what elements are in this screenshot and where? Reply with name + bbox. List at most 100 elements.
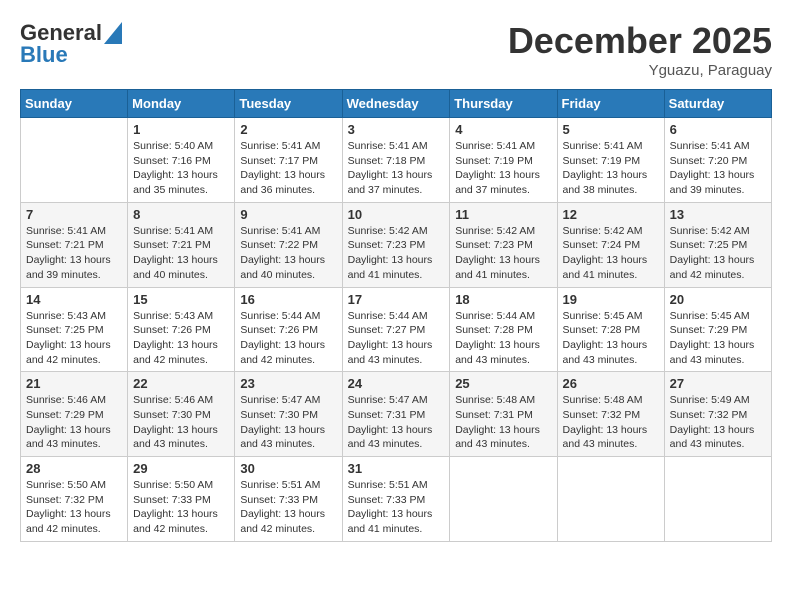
day-cell: 15 Sunrise: 5:43 AMSunset: 7:26 PMDayligh… (128, 287, 235, 372)
week-row-4: 21 Sunrise: 5:46 AMSunset: 7:29 PMDayligh… (21, 372, 772, 457)
day-cell: 12Sunrise: 5:42 AMSunset: 7:24 PMDayligh… (557, 202, 664, 287)
day-info: Sunrise: 5:45 AMSunset: 7:28 PMDaylight:… (563, 309, 659, 368)
day-number: 24 (348, 376, 445, 391)
day-cell: 24 Sunrise: 5:47 AMSunset: 7:31 PMDayligh… (342, 372, 450, 457)
day-cell: 19Sunrise: 5:45 AMSunset: 7:28 PMDayligh… (557, 287, 664, 372)
day-number: 13 (670, 207, 766, 222)
day-info: Sunrise: 5:42 AMSunset: 7:23 PMDaylight:… (455, 224, 551, 283)
day-cell: 25Sunrise: 5:48 AMSunset: 7:31 PMDayligh… (450, 372, 557, 457)
day-cell: 27 Sunrise: 5:49 AMSunset: 7:32 PMDayligh… (664, 372, 771, 457)
day-info: Sunrise: 5:45 AMSunset: 7:29 PMDaylight:… (670, 309, 766, 368)
day-cell: 30 Sunrise: 5:51 AMSunset: 7:33 PMDayligh… (235, 457, 342, 542)
day-cell: 18 Sunrise: 5:44 AMSunset: 7:28 PMDayligh… (450, 287, 557, 372)
day-number: 15 (133, 292, 229, 307)
day-number: 26 (563, 376, 659, 391)
day-number: 25 (455, 376, 551, 391)
day-cell: 31 Sunrise: 5:51 AMSunset: 7:33 PMDayligh… (342, 457, 450, 542)
day-number: 1 (133, 122, 229, 137)
day-number: 6 (670, 122, 766, 137)
day-number: 31 (348, 461, 445, 476)
day-info: Sunrise: 5:41 AMSunset: 7:22 PMDaylight:… (240, 224, 336, 283)
day-cell: 5 Sunrise: 5:41 AMSunset: 7:19 PMDaylight… (557, 118, 664, 203)
day-info: Sunrise: 5:41 AMSunset: 7:19 PMDaylight:… (563, 139, 659, 198)
header-row: SundayMondayTuesdayWednesdayThursdayFrid… (21, 90, 772, 118)
day-info: Sunrise: 5:47 AMSunset: 7:30 PMDaylight:… (240, 393, 336, 452)
day-number: 17 (348, 292, 445, 307)
day-number: 29 (133, 461, 229, 476)
day-number: 2 (240, 122, 336, 137)
day-number: 11 (455, 207, 551, 222)
day-cell: 1 Sunrise: 5:40 AMSunset: 7:16 PMDaylight… (128, 118, 235, 203)
day-cell (450, 457, 557, 542)
day-info: Sunrise: 5:44 AMSunset: 7:28 PMDaylight:… (455, 309, 551, 368)
column-header-saturday: Saturday (664, 90, 771, 118)
day-cell (664, 457, 771, 542)
logo: General Blue (20, 20, 122, 68)
logo-icon (104, 22, 122, 44)
day-cell: 22 Sunrise: 5:46 AMSunset: 7:30 PMDayligh… (128, 372, 235, 457)
day-info: Sunrise: 5:42 AMSunset: 7:23 PMDaylight:… (348, 224, 445, 283)
day-cell: 2 Sunrise: 5:41 AMSunset: 7:17 PMDaylight… (235, 118, 342, 203)
day-info: Sunrise: 5:41 AMSunset: 7:18 PMDaylight:… (348, 139, 445, 198)
day-number: 30 (240, 461, 336, 476)
week-row-2: 7 Sunrise: 5:41 AMSunset: 7:21 PMDaylight… (21, 202, 772, 287)
day-cell: 4 Sunrise: 5:41 AMSunset: 7:19 PMDaylight… (450, 118, 557, 203)
day-info: Sunrise: 5:41 AMSunset: 7:21 PMDaylight:… (26, 224, 122, 283)
day-cell: 13Sunrise: 5:42 AMSunset: 7:25 PMDayligh… (664, 202, 771, 287)
day-cell: 20 Sunrise: 5:45 AMSunset: 7:29 PMDayligh… (664, 287, 771, 372)
day-info: Sunrise: 5:51 AMSunset: 7:33 PMDaylight:… (240, 478, 336, 537)
day-number: 21 (26, 376, 122, 391)
day-info: Sunrise: 5:43 AMSunset: 7:25 PMDaylight:… (26, 309, 122, 368)
day-info: Sunrise: 5:44 AMSunset: 7:26 PMDaylight:… (240, 309, 336, 368)
day-cell: 28Sunrise: 5:50 AMSunset: 7:32 PMDayligh… (21, 457, 128, 542)
day-info: Sunrise: 5:44 AMSunset: 7:27 PMDaylight:… (348, 309, 445, 368)
day-info: Sunrise: 5:47 AMSunset: 7:31 PMDaylight:… (348, 393, 445, 452)
column-header-monday: Monday (128, 90, 235, 118)
day-number: 22 (133, 376, 229, 391)
day-cell: 10 Sunrise: 5:42 AMSunset: 7:23 PMDayligh… (342, 202, 450, 287)
day-cell: 6Sunrise: 5:41 AMSunset: 7:20 PMDaylight… (664, 118, 771, 203)
column-header-tuesday: Tuesday (235, 90, 342, 118)
week-row-5: 28Sunrise: 5:50 AMSunset: 7:32 PMDayligh… (21, 457, 772, 542)
day-info: Sunrise: 5:41 AMSunset: 7:17 PMDaylight:… (240, 139, 336, 198)
column-header-friday: Friday (557, 90, 664, 118)
week-row-1: 1 Sunrise: 5:40 AMSunset: 7:16 PMDaylight… (21, 118, 772, 203)
day-cell: 3 Sunrise: 5:41 AMSunset: 7:18 PMDaylight… (342, 118, 450, 203)
day-number: 18 (455, 292, 551, 307)
day-cell (21, 118, 128, 203)
location-subtitle: Yguazu, Paraguay (508, 62, 772, 79)
day-info: Sunrise: 5:41 AMSunset: 7:19 PMDaylight:… (455, 139, 551, 198)
day-info: Sunrise: 5:40 AMSunset: 7:16 PMDaylight:… (133, 139, 229, 198)
day-info: Sunrise: 5:46 AMSunset: 7:29 PMDaylight:… (26, 393, 122, 452)
day-info: Sunrise: 5:51 AMSunset: 7:33 PMDaylight:… (348, 478, 445, 537)
day-number: 14 (26, 292, 122, 307)
day-number: 4 (455, 122, 551, 137)
day-number: 10 (348, 207, 445, 222)
day-number: 27 (670, 376, 766, 391)
day-info: Sunrise: 5:48 AMSunset: 7:32 PMDaylight:… (563, 393, 659, 452)
day-number: 9 (240, 207, 336, 222)
day-cell (557, 457, 664, 542)
day-info: Sunrise: 5:50 AMSunset: 7:32 PMDaylight:… (26, 478, 122, 537)
week-row-3: 14 Sunrise: 5:43 AMSunset: 7:25 PMDayligh… (21, 287, 772, 372)
day-cell: 29Sunrise: 5:50 AMSunset: 7:33 PMDayligh… (128, 457, 235, 542)
day-info: Sunrise: 5:41 AMSunset: 7:21 PMDaylight:… (133, 224, 229, 283)
day-number: 23 (240, 376, 336, 391)
day-cell: 23 Sunrise: 5:47 AMSunset: 7:30 PMDayligh… (235, 372, 342, 457)
day-number: 7 (26, 207, 122, 222)
day-cell: 14 Sunrise: 5:43 AMSunset: 7:25 PMDayligh… (21, 287, 128, 372)
day-info: Sunrise: 5:43 AMSunset: 7:26 PMDaylight:… (133, 309, 229, 368)
day-number: 5 (563, 122, 659, 137)
day-cell: 26 Sunrise: 5:48 AMSunset: 7:32 PMDayligh… (557, 372, 664, 457)
day-number: 20 (670, 292, 766, 307)
day-info: Sunrise: 5:46 AMSunset: 7:30 PMDaylight:… (133, 393, 229, 452)
day-number: 12 (563, 207, 659, 222)
day-number: 16 (240, 292, 336, 307)
day-info: Sunrise: 5:49 AMSunset: 7:32 PMDaylight:… (670, 393, 766, 452)
day-cell: 9 Sunrise: 5:41 AMSunset: 7:22 PMDaylight… (235, 202, 342, 287)
column-header-sunday: Sunday (21, 90, 128, 118)
page-header: General Blue December 2025 Yguazu, Parag… (20, 20, 772, 79)
day-cell: 7 Sunrise: 5:41 AMSunset: 7:21 PMDaylight… (21, 202, 128, 287)
day-number: 3 (348, 122, 445, 137)
calendar-table: SundayMondayTuesdayWednesdayThursdayFrid… (20, 89, 772, 542)
